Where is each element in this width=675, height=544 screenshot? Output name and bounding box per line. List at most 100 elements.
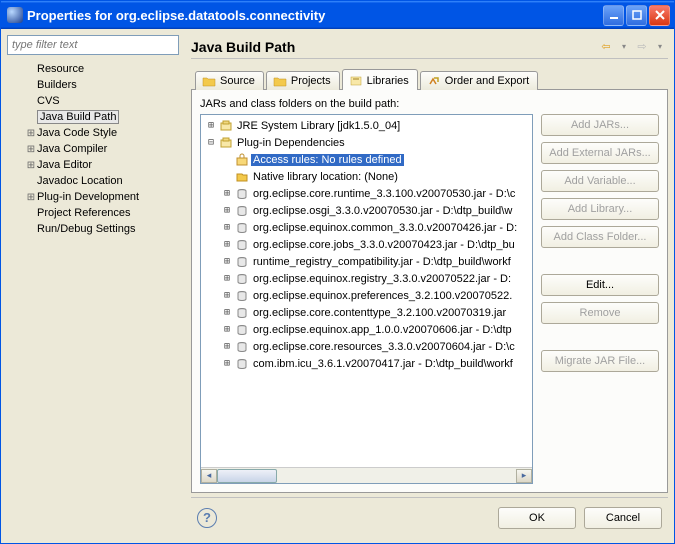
back-menu[interactable]: ▾ <box>616 39 632 55</box>
tree-row[interactable]: ⊞ JRE System Library [jdk1.5.0_04] <box>203 117 530 134</box>
tab-label: Source <box>220 75 255 87</box>
scroll-thumb[interactable] <box>217 469 277 483</box>
add-variable-button[interactable]: Add Variable... <box>541 170 659 192</box>
nav-item-label: Builders <box>37 79 77 91</box>
tree-row-label: org.eclipse.osgi_3.3.0.v20070530.jar - D… <box>251 205 514 217</box>
jar-icon <box>235 238 249 252</box>
filter-input[interactable] <box>7 35 179 55</box>
expand-icon[interactable]: ⊞ <box>25 144 37 155</box>
tree-row[interactable]: ⊞org.eclipse.equinox.common_3.3.0.v20070… <box>203 219 530 236</box>
nav-item-label: Resource <box>37 63 84 75</box>
minimize-button[interactable] <box>603 5 624 26</box>
edit-button[interactable]: Edit... <box>541 274 659 296</box>
tree-row[interactable]: ⊞ com.ibm.icu_3.6.1.v20070417.jar - D:\dt… <box>203 355 530 372</box>
tree-row[interactable]: Native library location: (None) <box>203 168 530 185</box>
jar-icon <box>235 306 249 320</box>
expand-icon[interactable]: ⊞ <box>221 205 233 216</box>
tab-libraries[interactable]: Libraries <box>342 69 418 90</box>
expand-icon[interactable]: ⊞ <box>221 341 233 352</box>
nav-item-resource[interactable]: Resource <box>7 61 185 77</box>
back-button[interactable]: ⇦ <box>598 39 614 55</box>
close-button[interactable] <box>649 5 670 26</box>
expand-icon[interactable]: ⊞ <box>221 222 233 233</box>
tree-row[interactable]: ⊞org.eclipse.equinox.app_1.0.0.v20070606… <box>203 321 530 338</box>
source-icon <box>202 75 216 87</box>
tree-row-label: org.eclipse.core.resources_3.3.0.v200706… <box>251 341 517 353</box>
add-library-button[interactable]: Add Library... <box>541 198 659 220</box>
tree-row[interactable]: ⊞org.eclipse.core.contenttype_3.2.100.v2… <box>203 304 530 321</box>
expand-icon[interactable]: ⊞ <box>221 188 233 199</box>
jar-icon <box>235 323 249 337</box>
tab-source[interactable]: Source <box>195 71 264 90</box>
tab-label: Order and Export <box>445 75 529 87</box>
tree-row-label: org.eclipse.core.jobs_3.3.0.v20070423.ja… <box>251 239 517 251</box>
tab-label: Projects <box>291 75 331 87</box>
tree-row-label: JRE System Library [jdk1.5.0_04] <box>235 120 402 132</box>
forward-menu: ▾ <box>652 39 668 55</box>
tab-projects[interactable]: Projects <box>266 71 340 90</box>
jar-icon <box>235 289 249 303</box>
cancel-button[interactable]: Cancel <box>584 507 662 529</box>
tree-row[interactable]: ⊞runtime_registry_compatibility.jar - D:… <box>203 253 530 270</box>
tree-row-label: com.ibm.icu_3.6.1.v20070417.jar - D:\dtp… <box>251 358 515 370</box>
help-icon[interactable]: ? <box>197 508 217 528</box>
expand-icon[interactable]: ⊞ <box>221 273 233 284</box>
expand-icon[interactable]: ⊞ <box>221 307 233 318</box>
add-jars-button[interactable]: Add JARs... <box>541 114 659 136</box>
expand-icon[interactable]: ⊞ <box>205 120 217 131</box>
expand-icon[interactable]: ⊞ <box>25 192 37 203</box>
tree-row[interactable]: ⊞ org.eclipse.core.resources_3.3.0.v20070… <box>203 338 530 355</box>
tree-row[interactable]: Access rules: No rules defined <box>203 151 530 168</box>
expand-icon[interactable]: ⊞ <box>221 324 233 335</box>
collapse-icon[interactable]: ⊟ <box>205 137 217 148</box>
nav-item-java-compiler[interactable]: ⊞Java Compiler <box>7 141 185 157</box>
nav-item-cvs[interactable]: CVS <box>7 93 185 109</box>
scroll-left-arrow[interactable]: ◂ <box>201 469 217 483</box>
lib-icon <box>219 136 233 150</box>
tree-row-label: Native library location: (None) <box>251 171 400 183</box>
nav-item-java-build-path[interactable]: Java Build Path <box>7 109 185 125</box>
nav-item-java-code-style[interactable]: ⊞Java Code Style <box>7 125 185 141</box>
nav-item-javadoc-location[interactable]: Javadoc Location <box>7 173 185 189</box>
jar-icon <box>235 272 249 286</box>
jar-icon <box>235 340 249 354</box>
ok-button[interactable]: OK <box>498 507 576 529</box>
migrate-jar-button[interactable]: Migrate JAR File... <box>541 350 659 372</box>
expand-icon[interactable]: ⊞ <box>25 128 37 139</box>
tree-row[interactable]: ⊟Plug-in Dependencies <box>203 134 530 151</box>
nav-item-label: Java Build Path <box>37 110 119 124</box>
category-tree[interactable]: ResourceBuildersCVSJava Build Path⊞Java … <box>7 59 185 537</box>
tree-row[interactable]: ⊞org.eclipse.equinox.preferences_3.2.100… <box>203 287 530 304</box>
page-title: Java Build Path <box>191 39 596 55</box>
nav-item-plug-in-development[interactable]: ⊞Plug-in Development <box>7 189 185 205</box>
expand-icon[interactable]: ⊞ <box>221 239 233 250</box>
maximize-button[interactable] <box>626 5 647 26</box>
native-icon <box>235 170 249 184</box>
jar-icon <box>235 221 249 235</box>
nav-item-label: Javadoc Location <box>37 175 123 187</box>
nav-item-label: Project References <box>37 207 131 219</box>
expand-icon[interactable]: ⊞ <box>221 256 233 267</box>
remove-button[interactable]: Remove <box>541 302 659 324</box>
nav-item-builders[interactable]: Builders <box>7 77 185 93</box>
tab-order-and-export[interactable]: Order and Export <box>420 71 538 90</box>
expand-icon[interactable]: ⊞ <box>221 290 233 301</box>
tree-row[interactable]: ⊞ org.eclipse.equinox.registry_3.3.0.v200… <box>203 270 530 287</box>
libraries-tree[interactable]: ⊞ JRE System Library [jdk1.5.0_04] ⊟Plug-i… <box>200 114 533 484</box>
jar-icon <box>235 357 249 371</box>
scroll-right-arrow[interactable]: ▸ <box>516 469 532 483</box>
expand-icon[interactable]: ⊞ <box>25 160 37 171</box>
jar-icon <box>235 187 249 201</box>
add-class-folder-button[interactable]: Add Class Folder... <box>541 226 659 248</box>
nav-item-java-editor[interactable]: ⊞Java Editor <box>7 157 185 173</box>
titlebar[interactable]: Properties for org.eclipse.datatools.con… <box>1 1 674 29</box>
tree-row[interactable]: ⊞org.eclipse.core.runtime_3.3.100.v20070… <box>203 185 530 202</box>
tree-row[interactable]: ⊞ org.eclipse.osgi_3.3.0.v20070530.jar - … <box>203 202 530 219</box>
nav-item-project-references[interactable]: Project References <box>7 205 185 221</box>
tree-row[interactable]: ⊞ org.eclipse.core.jobs_3.3.0.v20070423.j… <box>203 236 530 253</box>
expand-icon[interactable]: ⊞ <box>221 358 233 369</box>
tree-row-label: org.eclipse.equinox.registry_3.3.0.v2007… <box>251 273 513 285</box>
nav-item-run-debug-settings[interactable]: Run/Debug Settings <box>7 221 185 237</box>
horizontal-scrollbar[interactable]: ◂ ▸ <box>201 467 532 483</box>
add-external-jars-button[interactable]: Add External JARs... <box>541 142 659 164</box>
